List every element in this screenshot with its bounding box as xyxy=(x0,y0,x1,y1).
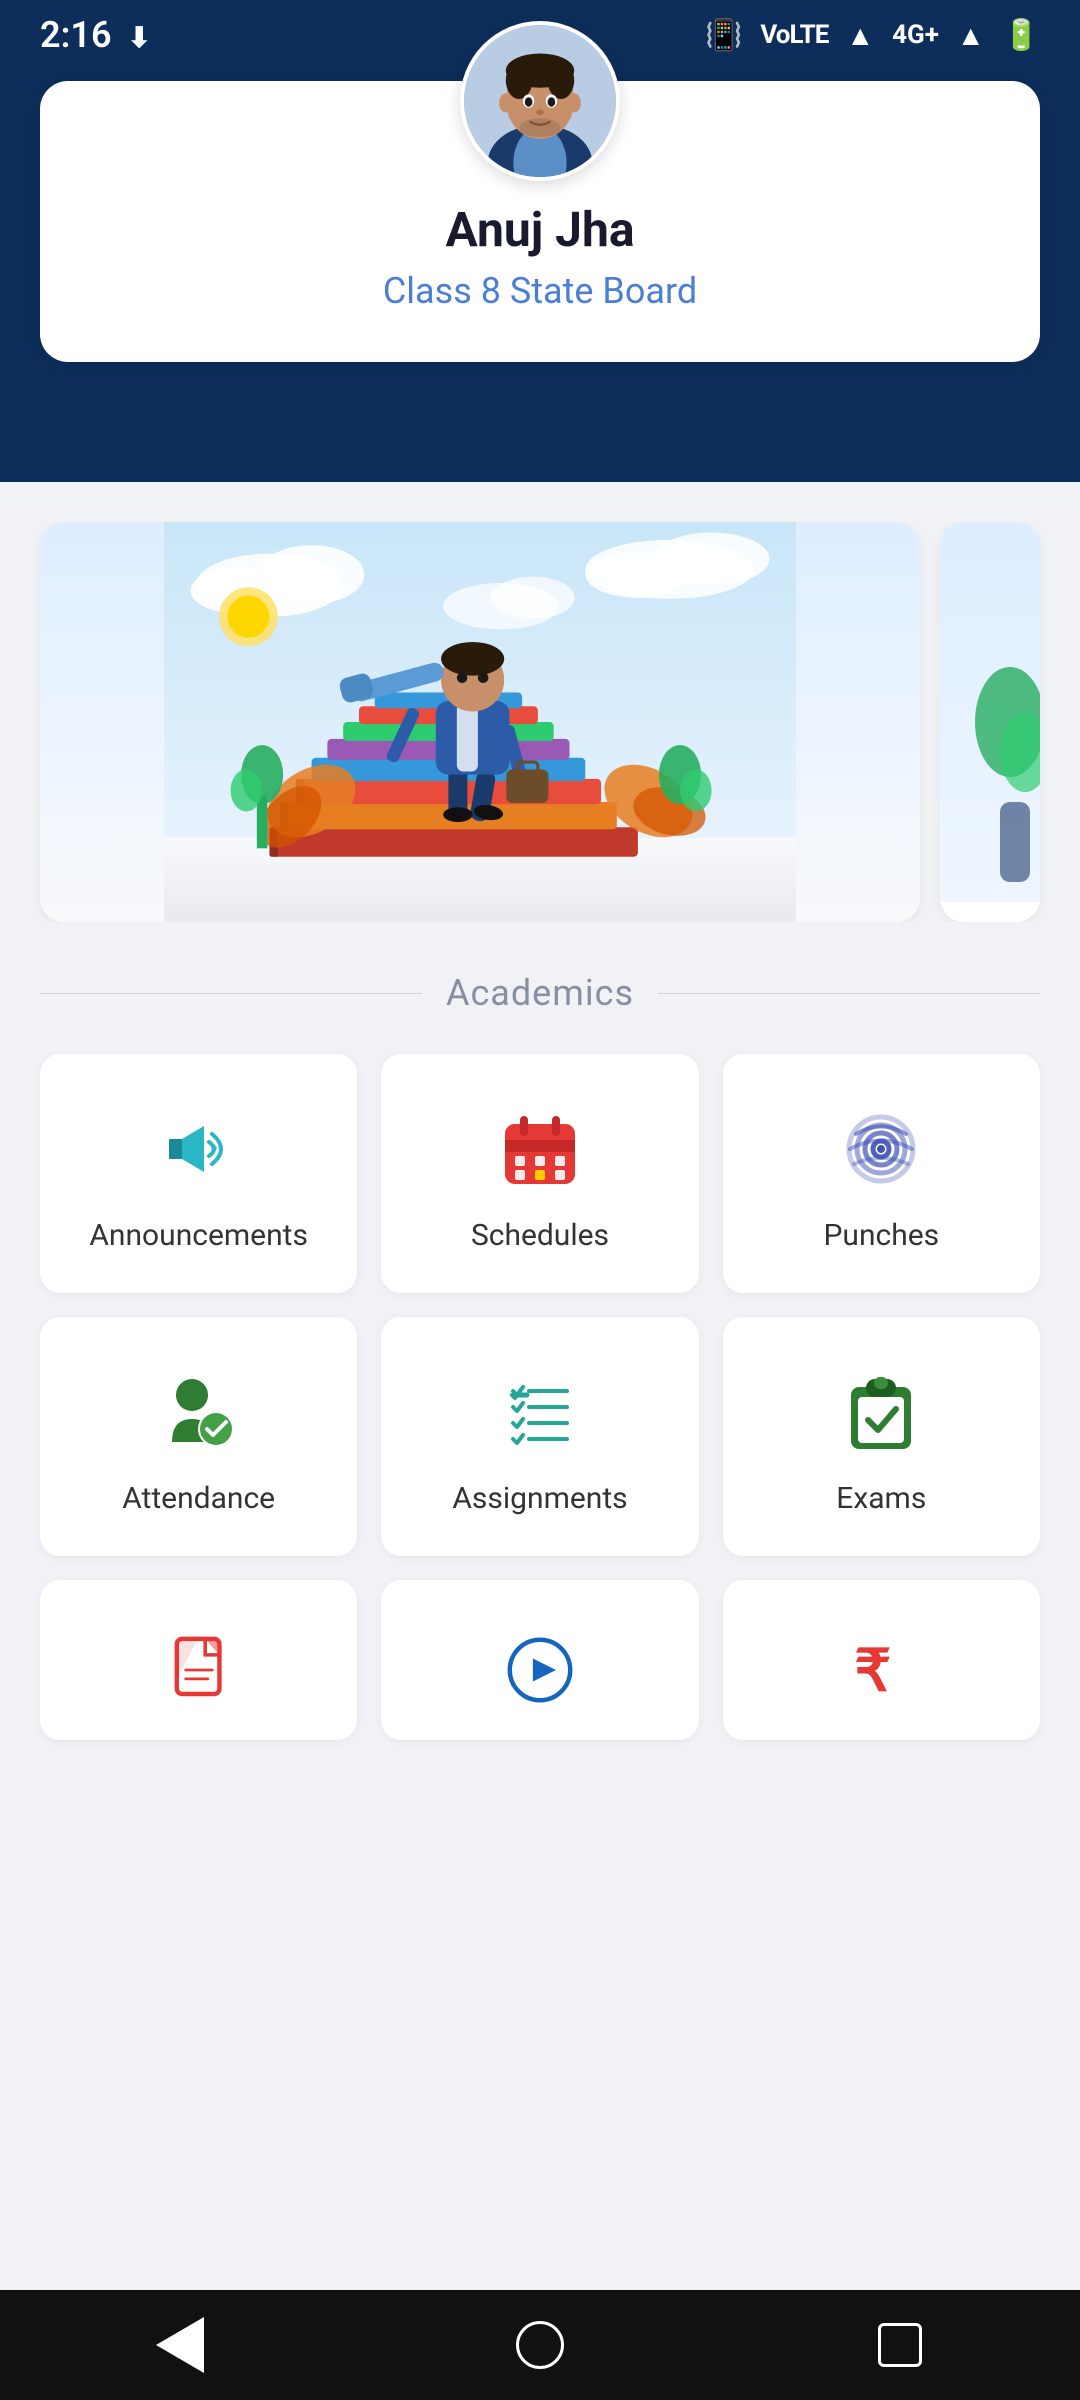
grid-item-punches[interactable]: Punches xyxy=(723,1054,1040,1293)
punches-label: Punches xyxy=(824,1218,940,1253)
exams-icon-container xyxy=(836,1367,926,1457)
grid-item-schedules[interactable]: Schedules xyxy=(381,1054,698,1293)
grid-item-fees[interactable]: ₹ xyxy=(723,1580,1040,1740)
grid-item-assignments[interactable]: Assignments xyxy=(381,1317,698,1556)
schedules-label: Schedules xyxy=(471,1218,609,1253)
announcements-icon-container xyxy=(154,1104,244,1194)
nav-bar xyxy=(0,2290,1080,2400)
attendance-label: Attendance xyxy=(122,1481,275,1516)
banner-side[interactable] xyxy=(940,522,1040,922)
svg-text:₹: ₹ xyxy=(855,1639,892,1703)
back-icon xyxy=(156,2317,204,2373)
grid-item-documents[interactable] xyxy=(40,1580,357,1740)
profile-card: Anuj Jha Class 8 State Board xyxy=(40,81,1040,362)
videos-icon-container xyxy=(495,1630,585,1710)
banner-section[interactable] xyxy=(0,522,1080,922)
recents-button[interactable] xyxy=(860,2305,940,2385)
grid-item-exams[interactable]: Exams xyxy=(723,1317,1040,1556)
recents-icon xyxy=(878,2323,922,2367)
avatar-container xyxy=(80,21,1000,181)
section-title: Academics xyxy=(446,972,634,1014)
assignments-icon-container xyxy=(495,1367,585,1457)
grid-item-announcements[interactable]: Announcements xyxy=(40,1054,357,1293)
banner-main[interactable] xyxy=(40,522,920,922)
home-icon xyxy=(516,2321,564,2369)
back-button[interactable] xyxy=(140,2305,220,2385)
schedules-icon-container xyxy=(495,1104,585,1194)
punches-icon-container xyxy=(836,1104,926,1194)
fees-icon-container: ₹ xyxy=(836,1630,926,1710)
avatar xyxy=(460,21,620,181)
home-button[interactable] xyxy=(500,2305,580,2385)
user-name: Anuj Jha xyxy=(80,201,1000,258)
divider-left xyxy=(40,993,422,994)
academics-section: Academics Announcements xyxy=(0,942,1080,1740)
app-header: Classbot 2.0 xyxy=(0,70,1080,482)
grid-item-videos[interactable] xyxy=(381,1580,698,1740)
divider-right xyxy=(658,993,1040,994)
partial-grid: ₹ xyxy=(40,1580,1040,1740)
section-divider: Academics xyxy=(40,972,1040,1014)
user-class: Class 8 State Board xyxy=(80,270,1000,312)
documents-icon-container xyxy=(154,1630,244,1710)
battery-icon: 🔋 xyxy=(1003,18,1040,53)
announcements-label: Announcements xyxy=(89,1218,308,1253)
exams-label: Exams xyxy=(836,1481,926,1516)
grid-item-attendance[interactable]: Attendance xyxy=(40,1317,357,1556)
academics-grid: Announcements xyxy=(40,1054,1040,1556)
assignments-label: Assignments xyxy=(452,1481,627,1516)
attendance-icon-container xyxy=(154,1367,244,1457)
